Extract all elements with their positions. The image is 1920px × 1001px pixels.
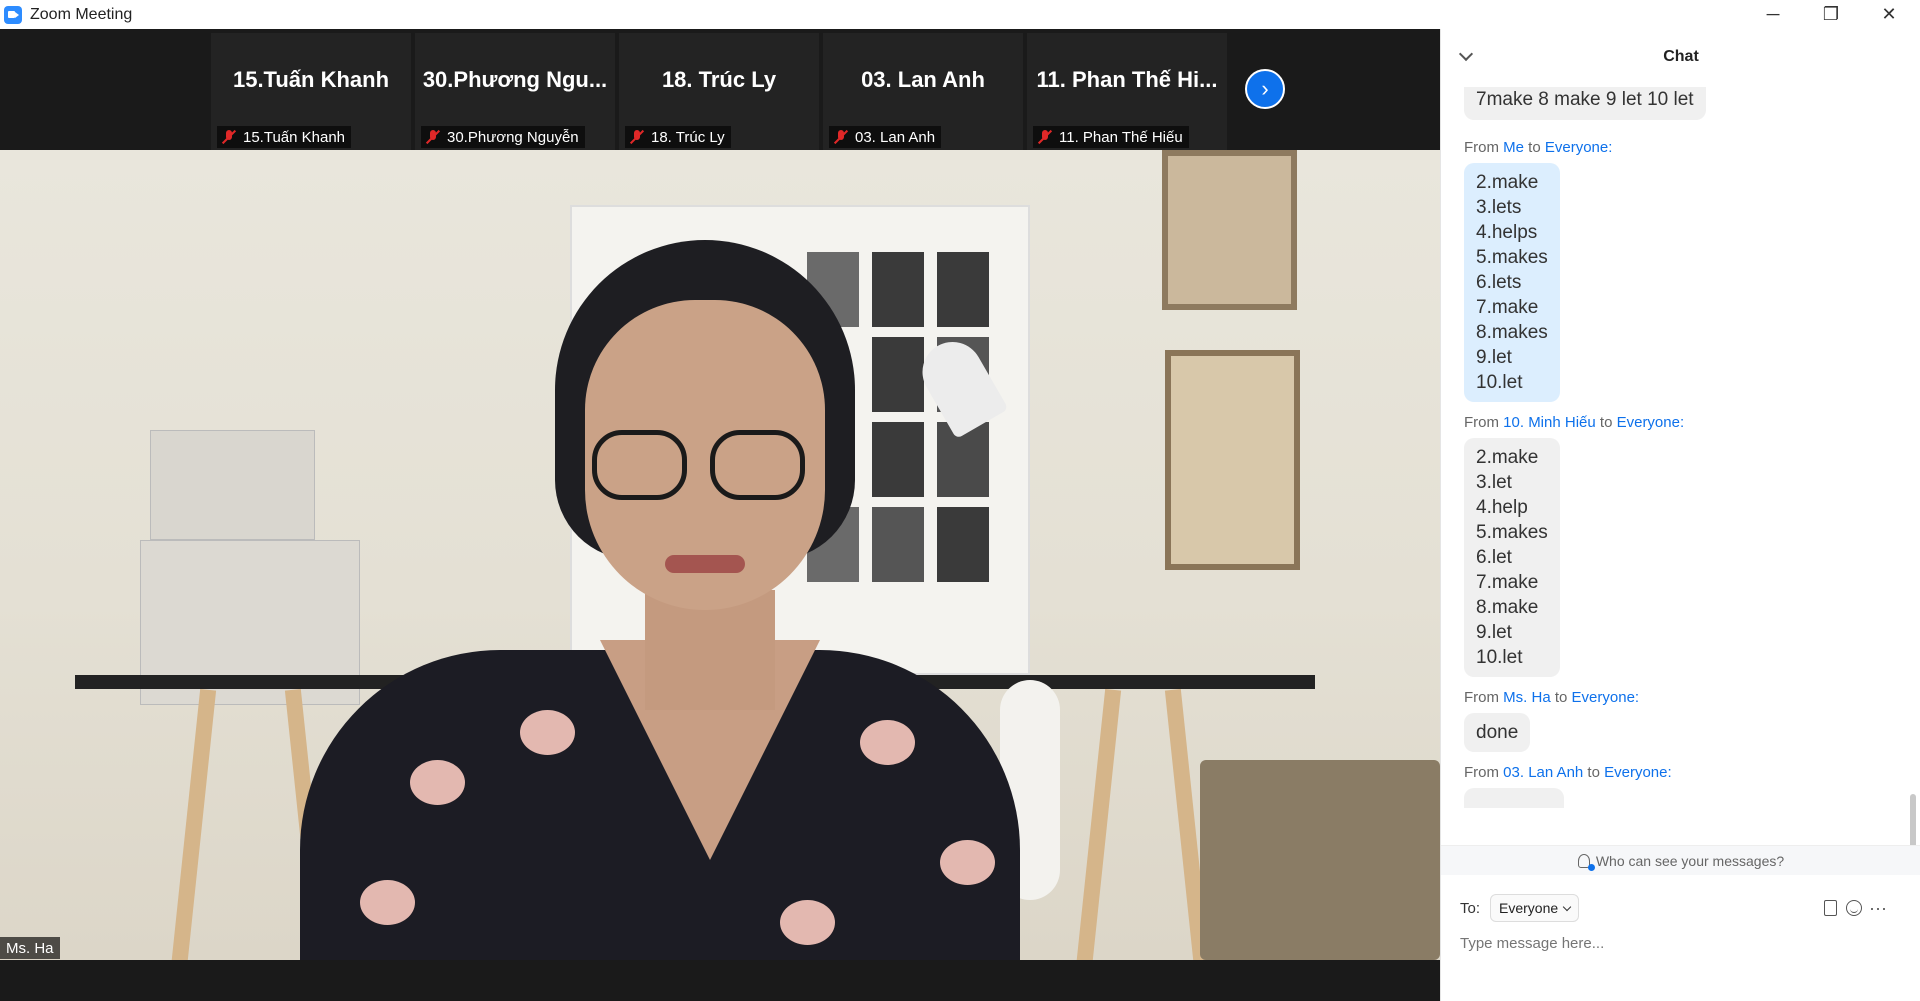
participant-label: 18. Trúc Ly [625,126,731,148]
chat-message-bubble: 2.make 3.let 4.help 5.makes 6.let 7.make… [1464,438,1560,677]
participant-name: 30.Phương Ngu... [422,67,608,92]
message-sender-line: From Me to Everyone: [1464,139,1613,156]
participant-name: 18. Trúc Ly [661,67,777,92]
participant-tile[interactable]: 30.Phương Ngu... 30.Phương Nguyễn [415,33,615,150]
participant-name: 11. Phan Thế Hi... [1036,67,1218,92]
mic-muted-icon [1037,129,1053,145]
meeting-bottom-bar [0,960,1440,1001]
chat-title: Chat [1663,48,1699,65]
mic-muted-icon [629,129,645,145]
chevron-down-icon [1562,902,1572,911]
more-options-button[interactable]: ··· [1867,897,1889,919]
emoji-icon [1846,900,1862,916]
participant-label-text: 30.Phương Nguyễn [447,128,579,146]
minimize-button[interactable]: ─ [1744,0,1802,29]
participant-label-text: 15.Tuấn Khanh [243,128,346,146]
window-title: Zoom Meeting [30,5,133,23]
participant-label-text: 11. Phan Thế Hiếu [1059,128,1183,146]
background-picture [1165,350,1300,570]
speaker-name-tag: Ms. Ha [0,937,60,959]
close-button[interactable]: ✕ [1860,0,1918,29]
participant-label-text: 03. Lan Anh [855,128,936,146]
active-speaker-video[interactable]: Ms. Ha [0,150,1440,960]
participant-strip: 15.Tuấn Khanh 15.Tuấn Khanh 30.Phương Ng… [0,29,1440,150]
participant-label: 11. Phan Thế Hiếu [1033,126,1189,148]
chat-message-bubble: 7make 8 make 9 let 10 let [1464,87,1706,120]
mic-muted-icon [221,129,237,145]
emoji-button[interactable] [1843,897,1865,919]
participant-label: 03. Lan Anh [829,126,942,148]
chat-scrollbar[interactable] [1908,114,1916,854]
visibility-note-text: Who can see your messages? [1595,852,1785,869]
chat-message-bubble: 2.make 3.lets 4.helps 5.makes 6.lets 7.m… [1464,163,1560,402]
chat-message-bubble: done [1464,713,1531,752]
participant-label-text: 18. Trúc Ly [651,128,725,146]
mic-muted-icon [425,129,441,145]
participant-tile[interactable]: 15.Tuấn Khanh 15.Tuấn Khanh [211,33,411,150]
video-area: 15.Tuấn Khanh 15.Tuấn Khanh 30.Phương Ng… [0,29,1440,1001]
file-icon [1823,900,1837,916]
message-sender-line: From Ms. Ha to Everyone: [1464,689,1640,706]
speaker-person [300,240,1020,960]
chat-message-input[interactable] [1460,931,1900,955]
recipient-dropdown[interactable]: Everyone [1490,894,1580,922]
participant-label: 15.Tuấn Khanh [217,126,352,148]
mic-muted-icon [833,129,849,145]
message-visibility-info[interactable]: Who can see your messages? [1441,845,1920,875]
message-sender-line: From 03. Lan Anh to Everyone: [1464,764,1672,781]
background-basket [1200,760,1440,960]
participant-name: 03. Lan Anh [861,67,985,92]
restore-button[interactable]: ❐ [1802,0,1860,29]
chevron-down-icon[interactable] [1458,46,1474,62]
next-page-button[interactable]: › [1245,69,1285,109]
participant-tile[interactable]: 18. Trúc Ly 18. Trúc Ly [619,33,819,150]
file-share-button[interactable] [1819,897,1841,919]
chat-messages[interactable]: 7make 8 make 9 let 10 let From Me to Eve… [1441,87,1911,842]
participant-tile[interactable]: 03. Lan Anh 03. Lan Anh [823,33,1023,150]
zoom-logo-icon [4,5,22,24]
chat-panel: Chat 7make 8 make 9 let 10 let From Me t… [1440,29,1920,1001]
background-box [150,430,315,540]
message-sender-line: From 10. Minh Hiếu to Everyone: [1464,414,1685,431]
participant-name: 15.Tuấn Khanh [232,67,390,92]
to-label: To: [1460,899,1481,917]
participant-label: 30.Phương Nguyễn [421,126,585,148]
chat-header: Chat [1441,29,1920,85]
title-bar: Zoom Meeting ─ ❐ ✕ [0,0,1920,29]
background-picture [1162,150,1297,310]
recipient-value: Everyone [1499,900,1559,916]
participant-tile[interactable]: 11. Phan Thế Hi... 11. Phan Thế Hiếu [1027,33,1227,150]
person-visibility-icon [1577,853,1595,871]
chevron-right-icon: › [1261,76,1269,101]
